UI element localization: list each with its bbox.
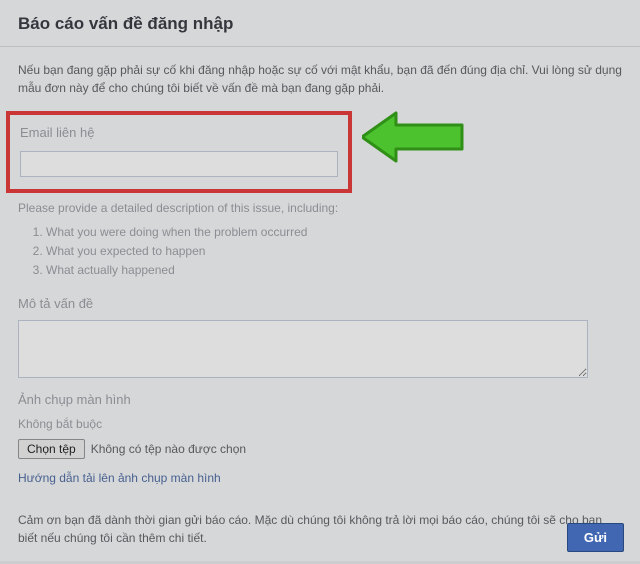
file-status: Không có tệp nào được chọn bbox=[91, 440, 246, 458]
screenshot-optional: Không bắt buộc bbox=[18, 415, 622, 433]
intro-text: Nếu bạn đang gặp phải sự cố khi đăng nhậ… bbox=[18, 61, 622, 97]
describe-label: Mô tả vấn đề bbox=[18, 294, 622, 314]
email-input[interactable] bbox=[20, 151, 338, 177]
detail-list: What you were doing when the problem occ… bbox=[18, 223, 622, 281]
list-item: What you were doing when the problem occ… bbox=[46, 223, 622, 242]
page-title: Báo cáo vấn đề đăng nhập bbox=[18, 14, 622, 34]
detail-prompt: Please provide a detailed description of… bbox=[18, 199, 622, 217]
screenshot-label: Ảnh chụp màn hình bbox=[18, 390, 622, 410]
submit-button[interactable]: Gửi bbox=[567, 523, 624, 552]
list-item: What actually happened bbox=[46, 261, 622, 280]
list-item: What you expected to happen bbox=[46, 242, 622, 261]
email-label: Email liên hệ bbox=[20, 123, 338, 143]
describe-textarea[interactable] bbox=[18, 320, 588, 378]
email-highlight-box: Email liên hệ bbox=[6, 111, 352, 193]
choose-file-button[interactable]: Chọn tệp bbox=[18, 439, 85, 459]
thanks-text: Cảm ơn bạn đã dành thời gian gửi báo cáo… bbox=[18, 511, 622, 547]
upload-guide-link[interactable]: Hướng dẫn tải lên ảnh chụp màn hình bbox=[18, 469, 221, 487]
